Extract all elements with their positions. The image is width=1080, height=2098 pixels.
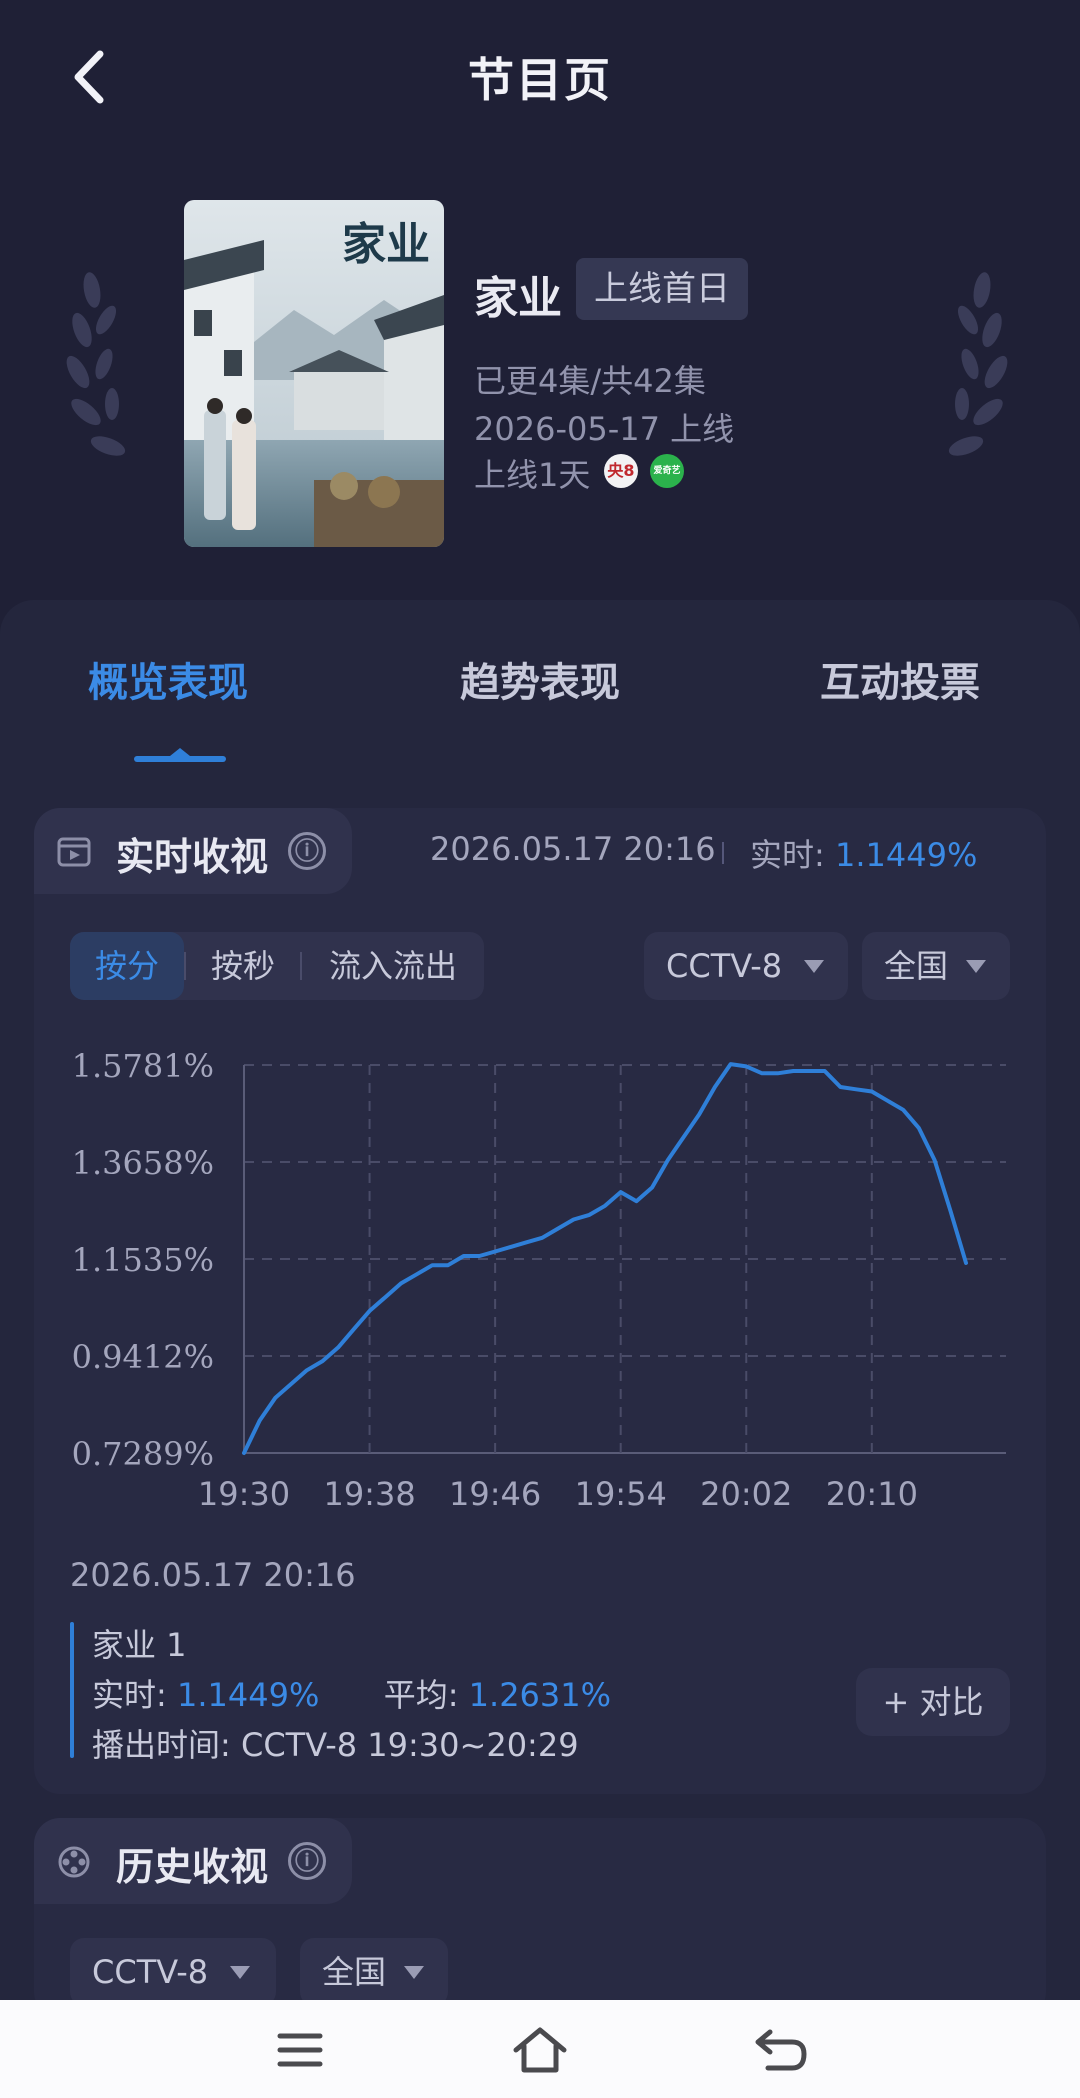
history-card-header: 历史收视 ⓘ: [34, 1818, 352, 1904]
region-select[interactable]: 全国: [862, 932, 1010, 1000]
days-online: 上线1天: [474, 456, 591, 494]
channel-select-value: CCTV-8: [666, 947, 783, 985]
x-tick-label: 19:46: [449, 1475, 541, 1513]
segment-by-minute[interactable]: 按分: [70, 932, 184, 1000]
tab-trend[interactable]: 趋势表现: [460, 650, 620, 708]
tooltip-average-value: 1.2631%: [468, 1676, 612, 1714]
y-tick-label: 0.7289%: [72, 1435, 214, 1473]
show-name: 家业: [474, 273, 562, 324]
y-tick-label: 0.9412%: [72, 1338, 214, 1376]
laurel-right-icon: [948, 272, 1008, 456]
caret-down-icon: [804, 960, 824, 973]
system-navigation-bar: [0, 2000, 1080, 2098]
divider: [722, 842, 724, 864]
tab-vote[interactable]: 互动投票: [820, 650, 980, 708]
header: 节目页: [0, 0, 1080, 150]
caret-down-icon: [966, 960, 986, 973]
realtime-summary: 实时: 1.1449%: [750, 830, 977, 876]
caret-down-icon: [404, 1966, 424, 1979]
realtime-ratings-chart[interactable]: 1.5781% 1.3658% 1.1535% 0.9412% 0.7289%19:30…: [40, 1040, 1040, 1540]
y-tick-label: 1.5781%: [72, 1047, 214, 1085]
info-icon[interactable]: ⓘ: [288, 832, 326, 870]
tooltip-airtime-value: CCTV-8 19:30~20:29: [240, 1726, 579, 1764]
channel-select[interactable]: CCTV-8: [644, 932, 848, 1000]
x-tick-label: 19:38: [323, 1475, 415, 1513]
home-icon[interactable]: [508, 2018, 572, 2082]
laurel-left-icon: [66, 272, 126, 456]
tooltip-realtime-value: 1.1449%: [176, 1676, 320, 1714]
history-region-value: 全国: [322, 1953, 387, 1991]
tooltip-airtime-label: 播出时间:: [92, 1726, 241, 1764]
segment-by-second[interactable]: 按秒: [186, 932, 300, 1000]
realtime-label: 实时:: [750, 836, 835, 874]
show-poster[interactable]: 家业: [184, 200, 444, 547]
tooltip-series-name: 家业 1: [92, 1626, 187, 1664]
x-tick-label: 20:02: [700, 1475, 792, 1513]
realtime-card-title: 实时收视: [116, 835, 269, 879]
realtime-timestamp: 2026.05.17 20:16: [430, 830, 716, 868]
info-icon[interactable]: ⓘ: [288, 1842, 326, 1880]
x-tick-label: 20:10: [826, 1475, 918, 1513]
realtime-value: 1.1449%: [834, 836, 978, 874]
x-tick-label: 19:30: [198, 1475, 290, 1513]
y-tick-label: 1.3658%: [72, 1144, 214, 1182]
episode-count: 已更4集/共42集: [474, 362, 706, 400]
segment-flow[interactable]: 流入流出: [302, 932, 484, 1000]
poster-title: 家业: [342, 219, 430, 270]
tooltip-date: 2026.05.17 20:16: [70, 1556, 356, 1594]
menu-icon[interactable]: [268, 2018, 332, 2082]
series-color-bar: [70, 1622, 74, 1758]
iqiyi-logo: 爱奇艺: [650, 454, 684, 488]
tooltip-airtime: 播出时间: CCTV-8 19:30~20:29: [92, 1720, 579, 1766]
cctv8-logo: 央8: [604, 454, 638, 488]
tab-overview[interactable]: 概览表现: [88, 650, 248, 708]
region-select-value: 全国: [884, 947, 949, 985]
tooltip-average-label: 平均:: [383, 1676, 469, 1714]
history-card-title: 历史收视: [116, 1845, 269, 1889]
history-region-select[interactable]: 全国: [300, 1938, 448, 2006]
premiere-date: 2026-05-17 上线: [474, 410, 735, 448]
caret-down-icon: [230, 1966, 250, 1979]
tooltip-realtime-label: 实时:: [92, 1676, 177, 1714]
back-icon[interactable]: [748, 2018, 812, 2082]
x-tick-label: 19:54: [575, 1475, 667, 1513]
show-status-badge: 上线首日: [576, 258, 748, 320]
compare-button[interactable]: + 对比: [856, 1668, 1010, 1736]
film-reel-icon: [58, 1846, 90, 1878]
history-channel-select[interactable]: CCTV-8: [70, 1938, 276, 2006]
tooltip-values: 实时: 1.1449% 平均: 1.2631%: [92, 1670, 611, 1716]
realtime-card-header: 实时收视 ⓘ: [34, 808, 352, 894]
granularity-segmented-control: 按分 按秒 流入流出: [70, 932, 484, 1000]
page-title: 节目页: [468, 53, 612, 107]
history-channel-value: CCTV-8: [92, 1953, 209, 1991]
y-tick-label: 1.1535%: [72, 1241, 214, 1279]
tab-indicator: [134, 748, 226, 762]
tv-schedule-icon: [57, 837, 91, 867]
